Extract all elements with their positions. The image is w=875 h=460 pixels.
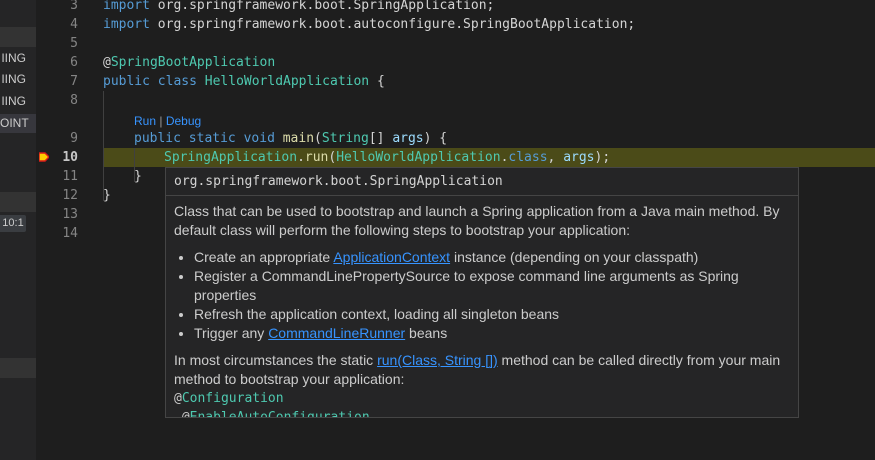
code-line-3: import org.springframework.boot.SpringAp… (103, 0, 495, 13)
hover-paragraph: Class that can be used to bootstrap and … (174, 203, 780, 238)
hover-list-item: Register a CommandLinePropertySource to … (194, 267, 790, 305)
line-number: 3 (70, 0, 78, 13)
run-method-link[interactable]: run(Class, String []) (377, 352, 498, 368)
side-panel-item-selected[interactable]: OINT (0, 114, 36, 133)
line-number: 5 (70, 36, 78, 51)
line-number: 11 (62, 169, 78, 184)
code-line-10: SpringApplication.run(HelloWorldApplicat… (164, 150, 611, 165)
line-number: 6 (70, 55, 78, 70)
hover-list-item: Trigger any CommandLineRunner beans (194, 324, 790, 343)
line-number-gutter[interactable]: 3 4 5 6 7 8 9 10 11 12 13 14 (36, 0, 96, 460)
line-number: 12 (62, 188, 78, 203)
hover-tooltip[interactable]: org.springframework.boot.SpringApplicati… (165, 167, 799, 418)
code-line-6: @SpringBootApplication (103, 55, 276, 70)
hover-code-line: @Configuration (174, 391, 284, 406)
hover-documentation: Class that can be used to bootstrap and … (166, 196, 798, 418)
run-codelens-link[interactable]: Run (134, 114, 156, 128)
codelens-separator: | (156, 114, 166, 128)
line-number: 7 (70, 74, 78, 89)
line-number-active: 10 (62, 150, 78, 165)
code-line-4: import org.springframework.boot.autoconf… (103, 17, 636, 32)
line-number: 4 (70, 17, 78, 32)
hover-signature: org.springframework.boot.SpringApplicati… (166, 168, 798, 196)
debug-codelens-link[interactable]: Debug (166, 114, 201, 128)
hover-paragraph: In most circumstances the static run(Cla… (174, 352, 781, 387)
hover-code-line: @EnableAutoConfiguration (174, 410, 370, 418)
line-number: 8 (70, 93, 78, 108)
side-panel: IING IING IING OINT 10:1 (0, 0, 36, 460)
hover-list-item: Refresh the application context, loading… (194, 305, 790, 324)
side-panel-item[interactable]: IING (0, 92, 36, 111)
side-panel-section-header (0, 358, 36, 378)
hover-list-item: Create an appropriate ApplicationContext… (194, 248, 790, 267)
application-context-link[interactable]: ApplicationContext (333, 249, 450, 265)
line-number: 14 (62, 226, 78, 241)
side-panel-header (0, 27, 36, 47)
position-badge: 10:1 (0, 215, 26, 232)
side-panel-item[interactable]: IING (0, 70, 36, 89)
command-line-runner-link[interactable]: CommandLineRunner (268, 325, 405, 341)
hover-step-list: Create an appropriate ApplicationContext… (174, 248, 790, 343)
line-number: 13 (62, 207, 78, 222)
side-panel-item[interactable]: IING (0, 49, 36, 68)
code-line-7: public class HelloWorldApplication { (103, 74, 385, 89)
side-panel-section-header (0, 192, 36, 212)
code-line-9: public static void main(String[] args) { (134, 131, 448, 146)
line-number: 9 (70, 131, 78, 146)
